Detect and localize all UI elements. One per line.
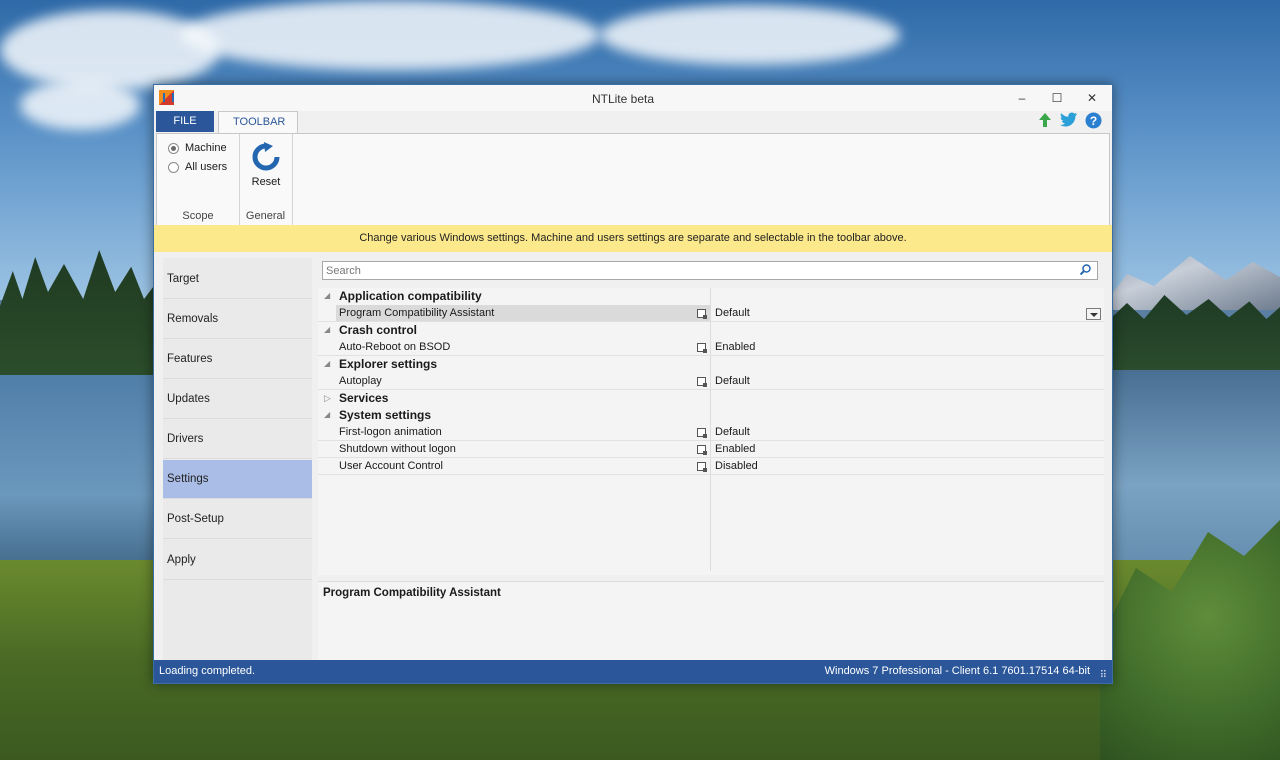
setting-value[interactable]: Default — [715, 375, 750, 387]
reset-button[interactable]: Reset — [245, 140, 287, 192]
general-group-label: General — [245, 210, 286, 222]
setting-name: Auto-Reboot on BSOD — [339, 341, 451, 353]
radio-machine-label: Machine — [185, 142, 227, 154]
minimize-button[interactable]: – — [1007, 88, 1037, 108]
ntlite-window: NTLite beta – ☐ ✕ FILE TOOLBAR ? Machine… — [153, 84, 1113, 684]
edit-icon[interactable] — [697, 445, 707, 455]
collapse-arrow-icon[interactable]: ◢ — [324, 359, 330, 368]
collapse-arrow-icon[interactable]: ◢ — [324, 325, 330, 334]
search-input[interactable]: Search — [322, 261, 1098, 280]
help-icon[interactable]: ? — [1084, 112, 1102, 130]
edit-icon[interactable] — [697, 428, 707, 438]
wallpaper-cloud — [600, 5, 900, 65]
resize-grip-icon[interactable]: ⠿ — [1100, 664, 1107, 687]
collapse-arrow-icon[interactable]: ◢ — [324, 410, 330, 419]
category-crash-control[interactable]: ◢ Crash control — [318, 322, 1104, 339]
close-button[interactable]: ✕ — [1077, 88, 1107, 108]
wallpaper-cloud — [180, 0, 600, 70]
radio-machine[interactable] — [168, 142, 179, 154]
window-title: NTLite beta — [591, 92, 655, 106]
category-explorer-settings[interactable]: ◢ Explorer settings — [318, 356, 1104, 373]
value-dropdown-button[interactable] — [1086, 308, 1101, 320]
info-banner: Change various Windows settings. Machine… — [154, 225, 1112, 252]
sidebar-item-updates[interactable]: Updates — [163, 380, 312, 419]
category-label: Services — [339, 391, 389, 405]
category-label: Application compatibility — [339, 289, 482, 303]
sidebar-item-target[interactable]: Target — [163, 260, 312, 299]
scope-group-label: Scope — [182, 210, 214, 222]
sidebar-item-features[interactable]: Features — [163, 340, 312, 379]
reset-label: Reset — [251, 176, 281, 188]
setting-user-account-control[interactable]: User Account Control Disabled — [318, 458, 1104, 475]
edit-icon[interactable] — [697, 462, 707, 472]
collapse-arrow-icon[interactable]: ◢ — [324, 291, 330, 300]
radio-all-users[interactable] — [168, 161, 179, 173]
settings-content: Search ◢ Application compatibility Progr… — [318, 258, 1104, 661]
sidebar-item-removals[interactable]: Removals — [163, 300, 312, 339]
wallpaper-lake — [0, 375, 160, 575]
status-message: Loading completed. — [159, 665, 256, 677]
expand-arrow-icon[interactable]: ▷ — [324, 393, 331, 404]
sidebar-item-post-setup[interactable]: Post-Setup — [163, 500, 312, 539]
status-bar: Loading completed. Windows 7 Professiona… — [154, 660, 1112, 683]
setting-name: User Account Control — [339, 460, 443, 472]
update-arrow-icon[interactable] — [1036, 112, 1054, 130]
description-panel: Program Compatibility Assistant — [318, 581, 1104, 661]
tab-toolbar[interactable]: TOOLBAR — [218, 111, 298, 133]
setting-auto-reboot-on-bsod[interactable]: Auto-Reboot on BSOD Enabled — [318, 339, 1104, 356]
setting-name: First-logon animation — [339, 426, 442, 438]
setting-name: Program Compatibility Assistant — [339, 307, 495, 319]
scope-group: Machine All users Scope — [157, 134, 240, 225]
twitter-icon[interactable] — [1060, 112, 1078, 130]
edit-icon[interactable] — [697, 343, 707, 353]
edit-icon[interactable] — [697, 309, 707, 319]
setting-autoplay[interactable]: Autoplay Default — [318, 373, 1104, 390]
setting-value[interactable]: Enabled — [715, 443, 755, 455]
category-label: Explorer settings — [339, 357, 438, 371]
scope-option-all-users[interactable]: All users — [168, 159, 227, 175]
setting-shutdown-without-logon[interactable]: Shutdown without logon Enabled — [318, 441, 1104, 458]
description-title: Program Compatibility Assistant — [323, 587, 501, 599]
radio-all-users-label: All users — [185, 161, 228, 173]
setting-program-compatibility-assistant[interactable]: Program Compatibility Assistant Default — [318, 305, 1104, 322]
settings-tree: ◢ Application compatibility Program Comp… — [318, 288, 1104, 575]
setting-name: Shutdown without logon — [339, 443, 456, 455]
sidebar-item-apply[interactable]: Apply — [163, 541, 312, 580]
setting-value[interactable]: Default — [715, 426, 750, 438]
setting-value[interactable]: Default — [715, 307, 750, 319]
reset-icon — [252, 142, 280, 171]
ribbon-tabs: FILE TOOLBAR — [156, 111, 1110, 133]
svg-text:?: ? — [1089, 114, 1096, 128]
title-bar[interactable]: NTLite beta – ☐ ✕ — [154, 85, 1112, 111]
sidebar-item-drivers[interactable]: Drivers — [163, 420, 312, 459]
edit-icon[interactable] — [697, 377, 707, 387]
wallpaper-cloud — [20, 80, 140, 130]
maximize-button[interactable]: ☐ — [1042, 88, 1072, 108]
sidebar-item-settings[interactable]: Settings — [163, 460, 312, 499]
setting-first-logon-animation[interactable]: First-logon animation Default — [318, 424, 1104, 441]
wallpaper-cloud — [0, 10, 220, 90]
setting-value[interactable]: Disabled — [715, 460, 758, 472]
category-label: Crash control — [339, 323, 418, 337]
setting-value[interactable]: Enabled — [715, 341, 755, 353]
category-services[interactable]: ▷ Services — [318, 390, 1104, 407]
category-label: System settings — [339, 408, 432, 422]
search-icon[interactable] — [1080, 264, 1091, 275]
category-system-settings[interactable]: ◢ System settings — [318, 407, 1104, 424]
tab-file[interactable]: FILE — [156, 111, 214, 132]
setting-name: Autoplay — [339, 375, 382, 387]
scope-option-machine[interactable]: Machine — [168, 140, 227, 156]
ribbon-panel: Machine All users Scope Reset General — [156, 133, 1110, 226]
category-application-compatibility[interactable]: ◢ Application compatibility — [318, 288, 1104, 305]
general-group: Reset General — [239, 134, 293, 225]
os-info: Windows 7 Professional - Client 6.1 7601… — [824, 665, 1090, 677]
search-placeholder: Search — [326, 265, 361, 277]
sidebar: Target Removals Features Updates Drivers… — [163, 258, 312, 660]
